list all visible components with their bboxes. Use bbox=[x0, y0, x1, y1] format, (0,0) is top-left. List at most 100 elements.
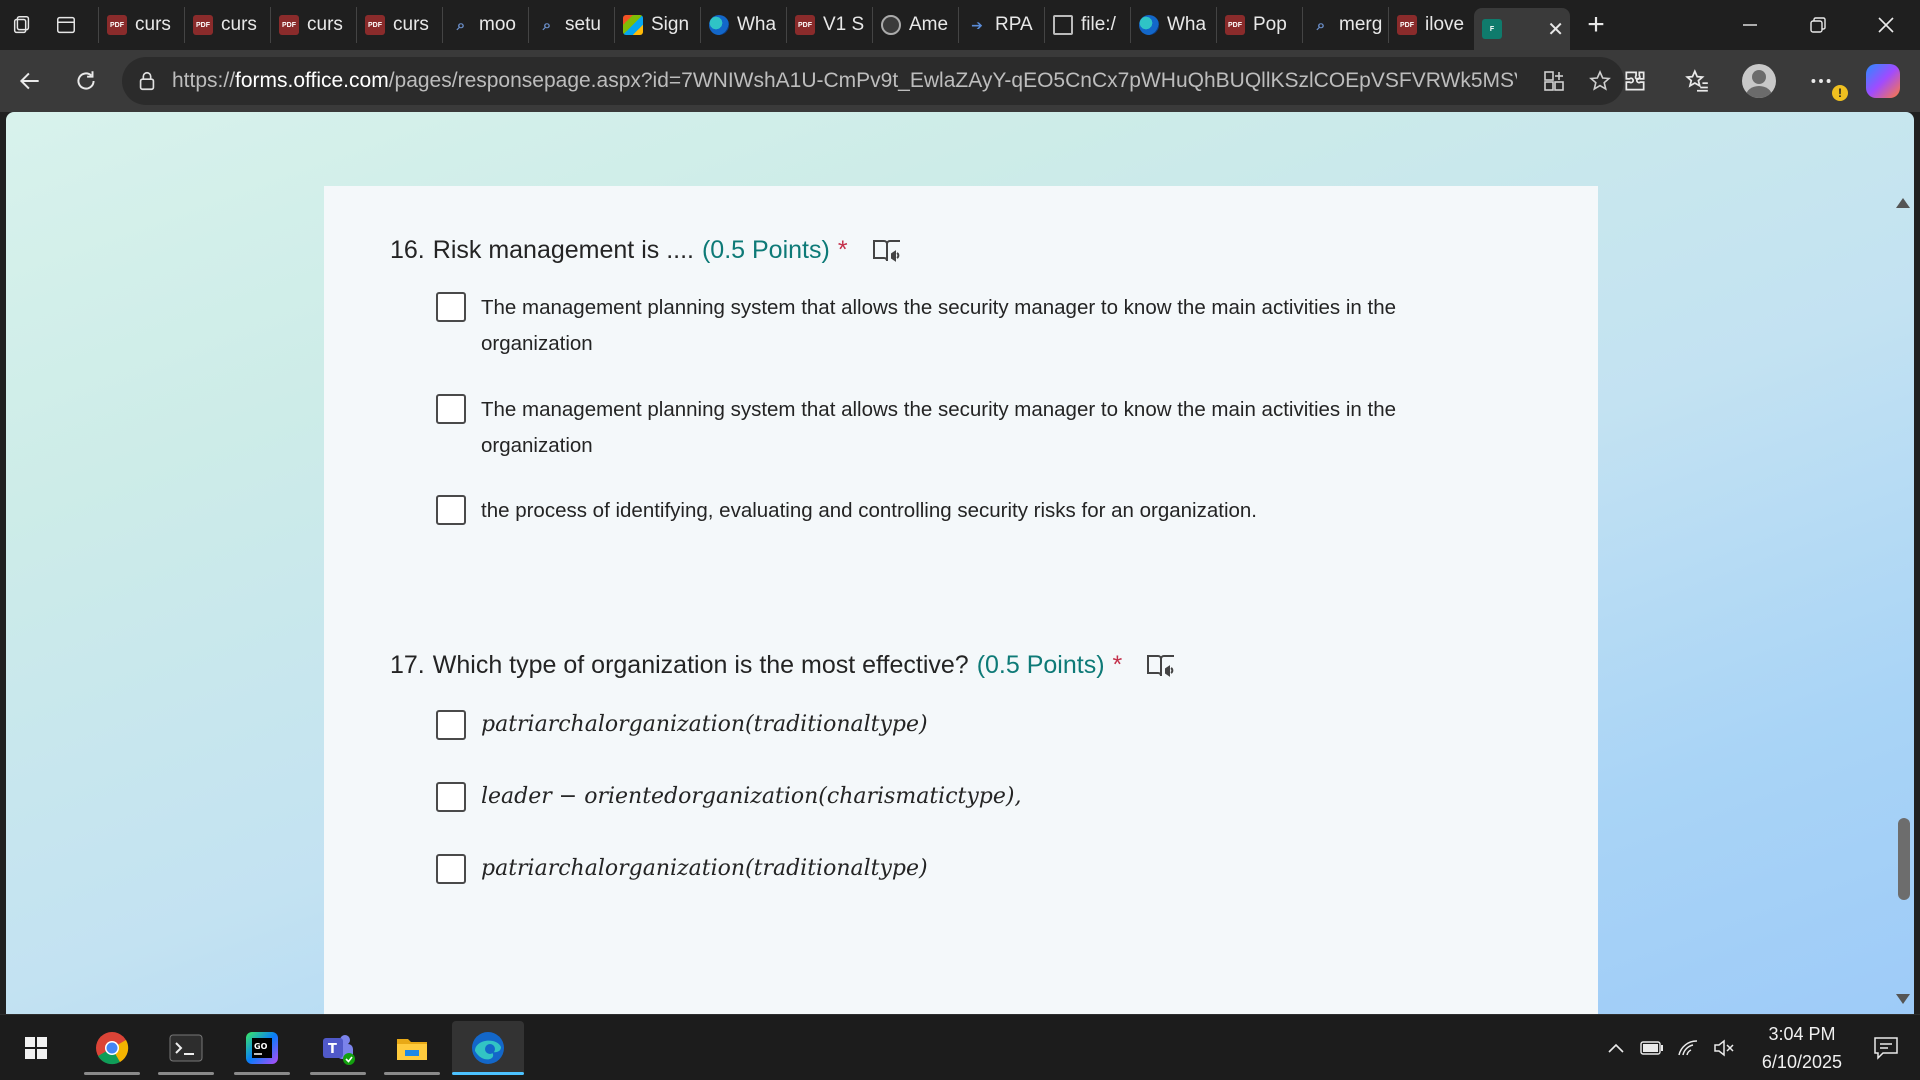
tab-7[interactable]: Sign bbox=[614, 7, 700, 43]
tab-8[interactable]: Wha bbox=[700, 7, 786, 43]
tab-label: curs bbox=[393, 14, 429, 35]
search-icon: ⌕ bbox=[1316, 16, 1326, 34]
question-points: (0.5 Points) bbox=[701, 236, 830, 264]
copilot-button[interactable] bbox=[1856, 57, 1910, 105]
goland-icon: GO bbox=[246, 1032, 278, 1064]
chrome-icon bbox=[96, 1032, 129, 1065]
q17-option-3[interactable]: patriarchalorganization(traditionaltype) bbox=[436, 852, 1441, 886]
checkbox[interactable] bbox=[436, 292, 466, 322]
restore-button[interactable] bbox=[1784, 0, 1852, 50]
url-text[interactable]: https://forms.office.com/pages/responsep… bbox=[172, 69, 1517, 93]
q16-option-2[interactable]: The management planning system that allo… bbox=[436, 392, 1441, 464]
tab-active-forms[interactable]: F ✕ bbox=[1474, 8, 1570, 50]
page-scrollbar[interactable] bbox=[1892, 112, 1914, 1014]
extensions-button[interactable] bbox=[1608, 57, 1662, 105]
taskbar-chrome[interactable] bbox=[76, 1021, 148, 1075]
option-label: the process of identifying, evaluating a… bbox=[481, 499, 1258, 522]
taskbar-terminal[interactable] bbox=[150, 1021, 222, 1075]
minimize-icon bbox=[1743, 24, 1757, 26]
question-number: 17. bbox=[390, 651, 425, 679]
notifications-button[interactable] bbox=[1866, 1028, 1906, 1068]
address-bar-actions bbox=[1542, 57, 1612, 105]
network-button[interactable] bbox=[1670, 1039, 1706, 1057]
tab-label: Wha bbox=[737, 14, 777, 35]
tab-12[interactable]: file:/ bbox=[1044, 7, 1130, 43]
refresh-button[interactable] bbox=[62, 57, 110, 105]
start-button[interactable] bbox=[0, 1021, 72, 1075]
profile-button[interactable] bbox=[1732, 57, 1786, 105]
terminal-icon bbox=[169, 1034, 203, 1062]
address-bar[interactable]: https://forms.office.com/pages/responsep… bbox=[122, 57, 1624, 105]
checkbox[interactable] bbox=[436, 394, 466, 424]
taskbar-teams[interactable]: T bbox=[302, 1021, 374, 1075]
tab-label: Ame bbox=[909, 14, 949, 35]
checkbox[interactable] bbox=[436, 782, 466, 812]
tab-1[interactable]: PDF curs bbox=[98, 7, 184, 43]
show-hidden-icons-button[interactable] bbox=[1598, 1042, 1634, 1054]
microsoft-icon bbox=[623, 15, 643, 35]
close-tab-icon[interactable]: ✕ bbox=[1547, 17, 1564, 42]
restore-icon bbox=[1810, 17, 1826, 33]
scrollbar-thumb[interactable] bbox=[1898, 818, 1910, 900]
tab-15[interactable]: ⌕ merg bbox=[1302, 7, 1388, 43]
clock-date: 6/10/2025 bbox=[1761, 1052, 1842, 1072]
browser-toolbar: https://forms.office.com/pages/responsep… bbox=[0, 50, 1920, 112]
svg-text:T: T bbox=[328, 1042, 337, 1057]
running-indicator bbox=[234, 1072, 290, 1075]
tab-10[interactable]: Ame bbox=[872, 7, 958, 43]
back-button[interactable] bbox=[6, 57, 54, 105]
taskbar-goland[interactable]: GO bbox=[226, 1021, 298, 1075]
vertical-tabs-button[interactable] bbox=[44, 3, 88, 47]
tab-6[interactable]: ⌕ setu bbox=[528, 7, 614, 43]
checkbox[interactable] bbox=[436, 854, 466, 884]
q16-option-1[interactable]: The management planning system that allo… bbox=[436, 290, 1441, 362]
tab-9[interactable]: PDF V1 S bbox=[786, 7, 872, 43]
tab-list: PDF curs PDF curs PDF curs PDF curs ⌕ moo ⌕ setu Sig… bbox=[98, 0, 1474, 50]
tab-16[interactable]: PDF ilove bbox=[1388, 7, 1474, 43]
question-17-title: 17. Which type of organization is the mo… bbox=[390, 651, 1176, 680]
q17-option-2[interactable]: leader − orientedorganization(charismati… bbox=[436, 780, 1441, 814]
scroll-down-arrow-icon[interactable] bbox=[1896, 994, 1910, 1004]
tab-13[interactable]: Wha bbox=[1130, 7, 1216, 43]
close-window-button[interactable] bbox=[1852, 0, 1920, 50]
favorites-button[interactable] bbox=[1670, 57, 1724, 105]
question-number: 16. bbox=[390, 236, 425, 264]
minimize-button[interactable] bbox=[1716, 0, 1784, 50]
tab-3[interactable]: PDF curs bbox=[270, 7, 356, 43]
url-host: forms.office.com bbox=[235, 69, 389, 92]
tab-2[interactable]: PDF curs bbox=[184, 7, 270, 43]
volume-button[interactable] bbox=[1706, 1039, 1742, 1057]
copilot-icon bbox=[1866, 64, 1900, 98]
chevron-up-icon bbox=[1608, 1043, 1624, 1053]
notification-center-icon bbox=[1874, 1037, 1898, 1060]
lock-icon[interactable] bbox=[136, 70, 158, 92]
q16-option-3[interactable]: the process of identifying, evaluating a… bbox=[436, 493, 1441, 529]
tab-label: Pop bbox=[1253, 14, 1287, 35]
immersive-reader-icon[interactable] bbox=[1146, 653, 1176, 679]
settings-more-button[interactable]: ! bbox=[1794, 57, 1848, 105]
new-tab-button[interactable]: + bbox=[1574, 3, 1618, 47]
windows-taskbar: GO T 3:04 PM 6/10/2025 bbox=[0, 1014, 1920, 1080]
question-16-title: 16. Risk management is .... (0.5 Points)… bbox=[390, 236, 902, 265]
immersive-reader-icon[interactable] bbox=[872, 238, 902, 264]
warning-badge-icon: ! bbox=[1832, 85, 1848, 101]
tab-11[interactable]: ➔ RPA bbox=[958, 7, 1044, 43]
tab-5[interactable]: ⌕ moo bbox=[442, 7, 528, 43]
app-available-icon[interactable] bbox=[1542, 69, 1566, 93]
checkbox[interactable] bbox=[436, 710, 466, 740]
tab-label: curs bbox=[135, 14, 171, 35]
workspaces-button[interactable] bbox=[0, 3, 44, 47]
scroll-up-arrow-icon[interactable] bbox=[1896, 198, 1910, 208]
pdf-icon: PDF bbox=[365, 15, 385, 35]
checkbox[interactable] bbox=[436, 495, 466, 525]
taskbar-file-explorer[interactable] bbox=[376, 1021, 448, 1075]
tab-4[interactable]: PDF curs bbox=[356, 7, 442, 43]
q17-option-1[interactable]: patriarchalorganization(traditionaltype) bbox=[436, 708, 1441, 742]
extensions-puzzle-icon bbox=[1625, 71, 1645, 91]
option-label: leader − orientedorganization(charismati… bbox=[481, 784, 1022, 809]
taskbar-edge[interactable] bbox=[452, 1021, 524, 1075]
search-icon: ⌕ bbox=[456, 16, 466, 34]
clock[interactable]: 3:04 PM 6/10/2025 bbox=[1762, 1020, 1842, 1076]
tab-14[interactable]: PDF Pop bbox=[1216, 7, 1302, 43]
battery-button[interactable] bbox=[1634, 1041, 1670, 1055]
